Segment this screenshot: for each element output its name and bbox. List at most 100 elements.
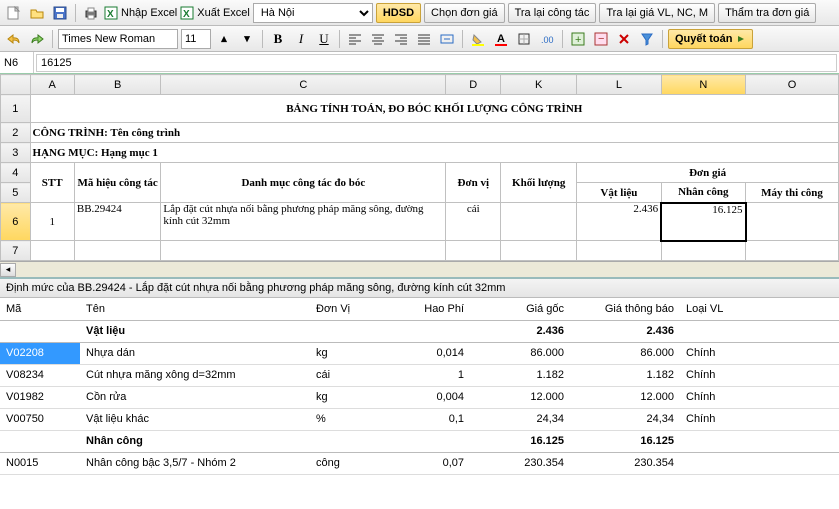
italic-icon[interactable]: I xyxy=(291,29,311,49)
quyet-toan-button[interactable]: Quyết toán xyxy=(668,29,753,49)
detail-row[interactable]: V01982 Cồn rửa kg 0,004 12.000 12.000 Ch… xyxy=(0,386,839,408)
svg-text:A: A xyxy=(497,33,505,45)
fill-color-icon[interactable] xyxy=(468,29,488,49)
cell-nhan-cong[interactable]: 16.125 xyxy=(661,203,745,241)
detail-col-donvi[interactable]: Đơn Vị xyxy=(310,298,390,320)
import-excel-button[interactable]: X Nhập Excel xyxy=(104,6,177,20)
detail-category-row[interactable]: Nhân công 16.125 16.125 xyxy=(0,430,839,452)
col-header[interactable]: A xyxy=(30,75,74,95)
toolbar-main: X Nhập Excel X Xuất Excel Hà Nội HDSD Ch… xyxy=(0,0,839,26)
bold-icon[interactable]: B xyxy=(268,29,288,49)
cell-khoi-luong[interactable] xyxy=(501,203,577,241)
tham-tra-button[interactable]: Thẩm tra đơn giá xyxy=(718,3,816,23)
formula-bar: N6 16125 xyxy=(0,52,839,74)
redo-icon[interactable] xyxy=(27,29,47,49)
header-stt[interactable]: STT xyxy=(30,163,74,203)
print-icon[interactable] xyxy=(81,3,101,23)
align-center-icon[interactable] xyxy=(368,29,388,49)
import-excel-label: Nhập Excel xyxy=(121,7,177,19)
detail-row[interactable]: V08234 Cút nhựa măng xông d=32mm cái 1 1… xyxy=(0,364,839,386)
svg-text:X: X xyxy=(107,9,114,20)
detail-col-ten[interactable]: Tên xyxy=(80,298,310,320)
chon-don-gia-button[interactable]: Chọn đơn giá xyxy=(424,3,505,23)
col-header[interactable]: L xyxy=(577,75,661,95)
detail-row[interactable]: N0015 Nhân công bậc 3,5/7 - Nhóm 2 công … xyxy=(0,452,839,474)
header-danh-muc[interactable]: Danh mục công tác đo bóc xyxy=(161,163,446,203)
delete-icon[interactable] xyxy=(614,29,634,49)
col-header[interactable]: B xyxy=(74,75,161,95)
font-shrink-icon[interactable]: ▾ xyxy=(237,29,257,49)
align-left-icon[interactable] xyxy=(345,29,365,49)
font-color-icon[interactable]: A xyxy=(491,29,511,49)
header-may-thi-cong[interactable]: Máy thi công xyxy=(746,183,839,203)
detail-col-ma[interactable]: Mã xyxy=(0,298,80,320)
row-header[interactable]: 4 xyxy=(1,163,31,183)
hdsd-button[interactable]: HDSD xyxy=(376,3,421,23)
font-size-select[interactable] xyxy=(181,29,211,49)
row-header[interactable]: 1 xyxy=(1,95,31,123)
export-excel-button[interactable]: X Xuất Excel xyxy=(180,6,250,20)
row-header[interactable]: 6 xyxy=(1,203,31,241)
cell-ma-hieu[interactable]: BB.29424 xyxy=(74,203,161,241)
sheet-subtitle-2[interactable]: HẠNG MỤC: Hạng mục 1 xyxy=(30,143,838,163)
row-header[interactable]: 3 xyxy=(1,143,31,163)
border-icon[interactable] xyxy=(514,29,534,49)
row-header[interactable]: 7 xyxy=(1,241,31,261)
underline-icon[interactable]: U xyxy=(314,29,334,49)
detail-col-giagoc[interactable]: Giá gốc xyxy=(470,298,570,320)
detail-col-giathongbao[interactable]: Giá thông báo xyxy=(570,298,680,320)
col-header[interactable]: C xyxy=(161,75,446,95)
select-all-corner[interactable] xyxy=(1,75,31,95)
cell-stt[interactable]: 1 xyxy=(30,203,74,241)
header-khoi-luong[interactable]: Khối lượng xyxy=(501,163,577,203)
header-ma-hieu[interactable]: Mã hiệu công tác xyxy=(74,163,161,203)
delete-row-icon[interactable]: − xyxy=(591,29,611,49)
tra-lai-cong-tac-button[interactable]: Tra lại công tác xyxy=(508,3,597,23)
align-right-icon[interactable] xyxy=(391,29,411,49)
header-don-gia[interactable]: Đơn giá xyxy=(577,163,839,183)
header-nhan-cong[interactable]: Nhân công xyxy=(661,183,745,203)
export-excel-label: Xuất Excel xyxy=(197,7,250,19)
detail-panel: Định mức của BB.29424 - Lắp đặt cút nhựa… xyxy=(0,277,839,475)
save-icon[interactable] xyxy=(50,3,70,23)
horiz-scrollbar[interactable]: ◂ xyxy=(0,261,839,277)
cell-reference[interactable]: N6 xyxy=(0,52,34,73)
merge-icon[interactable] xyxy=(437,29,457,49)
tra-lai-gia-button[interactable]: Tra lại giá VL, NC, M xyxy=(599,3,715,23)
header-don-vi[interactable]: Đơn vị xyxy=(446,163,501,203)
row-header[interactable]: 2 xyxy=(1,123,31,143)
detail-table[interactable]: Mã Tên Đơn Vị Hao Phí Giá gốc Giá thông … xyxy=(0,298,839,475)
new-icon[interactable] xyxy=(4,3,24,23)
insert-row-icon[interactable]: + xyxy=(568,29,588,49)
svg-text:.00: .00 xyxy=(541,35,554,45)
font-grow-icon[interactable]: ▴ xyxy=(214,29,234,49)
undo-icon[interactable] xyxy=(4,29,24,49)
col-header[interactable]: K xyxy=(501,75,577,95)
toolbar-format: ▴ ▾ B I U A .00 + − Quyết toán xyxy=(0,26,839,52)
cell-vat-lieu[interactable]: 2.436 xyxy=(577,203,661,241)
grid-table[interactable]: A B C D K L N O 1 BẢNG TÍNH TOÁN, ĐO BÓC… xyxy=(0,74,839,261)
detail-col-haophi[interactable]: Hao Phí xyxy=(390,298,470,320)
cell-danh-muc[interactable]: Lắp đặt cút nhựa nối bằng phương pháp mă… xyxy=(161,203,446,241)
detail-row[interactable]: V00750 Vật liệu khác % 0,1 24,34 24,34 C… xyxy=(0,408,839,430)
header-vat-lieu[interactable]: Vật liệu xyxy=(577,183,661,203)
col-header[interactable]: O xyxy=(746,75,839,95)
col-header[interactable]: N xyxy=(661,75,745,95)
col-header[interactable]: D xyxy=(446,75,501,95)
sheet-title[interactable]: BẢNG TÍNH TOÁN, ĐO BÓC KHỐI LƯỢNG CÔNG T… xyxy=(30,95,838,123)
number-format-icon[interactable]: .00 xyxy=(537,29,557,49)
formula-input[interactable]: 16125 xyxy=(36,54,837,72)
row-header[interactable]: 5 xyxy=(1,183,31,203)
detail-col-loaivl[interactable]: Loại VL xyxy=(680,298,839,320)
open-icon[interactable] xyxy=(27,3,47,23)
sheet-subtitle-1[interactable]: CÔNG TRÌNH: Tên công trình xyxy=(30,123,838,143)
detail-category-row[interactable]: Vật liệu 2.436 2.436 xyxy=(0,320,839,342)
scroll-left-icon[interactable]: ◂ xyxy=(0,263,16,277)
font-family-select[interactable] xyxy=(58,29,178,49)
align-justify-icon[interactable] xyxy=(414,29,434,49)
detail-row[interactable]: V02208 Nhựa dán kg 0,014 86.000 86.000 C… xyxy=(0,342,839,364)
filter-icon[interactable] xyxy=(637,29,657,49)
cell-don-vi[interactable]: cái xyxy=(446,203,501,241)
cell-may-thi-cong[interactable] xyxy=(746,203,839,241)
province-select[interactable]: Hà Nội xyxy=(253,3,373,23)
